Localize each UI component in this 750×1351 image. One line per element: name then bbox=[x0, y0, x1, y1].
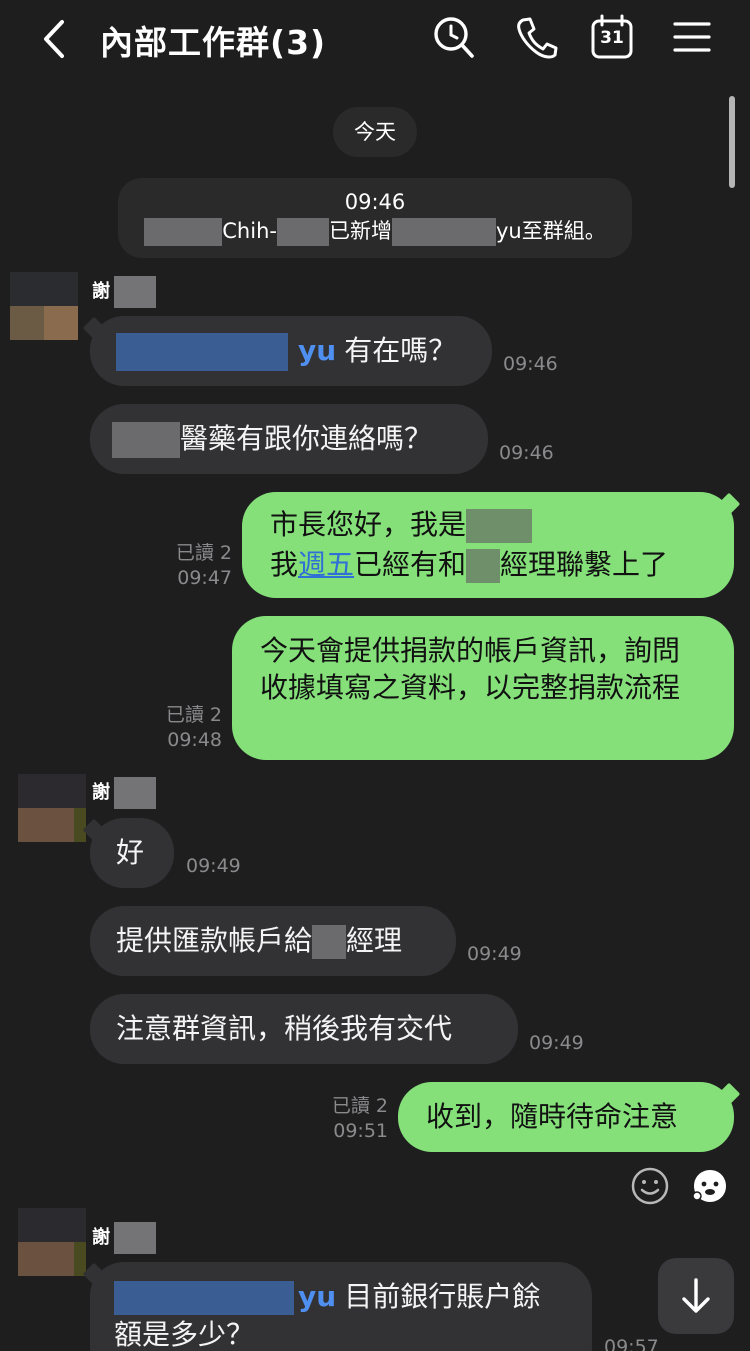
message-time: 09:49 bbox=[529, 1032, 584, 1054]
message-bubble[interactable]: 市長您好，我是 我週五已經有和 經理聯繫上了 bbox=[242, 492, 741, 598]
sender-name: 謝 bbox=[92, 1222, 156, 1254]
scroll-down-icon bbox=[682, 1278, 710, 1313]
message-bubble[interactable]: yu 有在嗎？ bbox=[82, 316, 492, 386]
sender-name: 謝 bbox=[92, 777, 156, 809]
message-read-status: 已讀 2 09:48 bbox=[165, 704, 222, 751]
calendar-icon[interactable]: 31 bbox=[590, 14, 634, 60]
avatar[interactable] bbox=[18, 1208, 86, 1276]
system-message-text: Chih- 已新增 yu至群組。 bbox=[118, 217, 632, 246]
redacted-name bbox=[312, 925, 347, 959]
message-time: 09:46 bbox=[503, 353, 558, 375]
redacted-name bbox=[466, 549, 501, 583]
scrollbar[interactable] bbox=[729, 96, 735, 188]
message-time: 09:57 bbox=[604, 1336, 659, 1351]
message-time: 09:46 bbox=[499, 442, 554, 464]
system-message-time: 09:46 bbox=[344, 190, 406, 214]
message-bubble[interactable]: yu 目前銀行賬户餘額是多少？ bbox=[82, 1262, 592, 1351]
avatar[interactable] bbox=[18, 774, 86, 842]
message-time: 09:49 bbox=[467, 943, 522, 965]
system-message: 09:46 Chih- 已新增 yu至群組。 bbox=[118, 178, 632, 258]
redacted-name bbox=[112, 422, 180, 458]
message-bubble[interactable]: 好 bbox=[82, 818, 174, 888]
message-bubble[interactable]: 注意群資訊，稍後我有交代 bbox=[90, 994, 518, 1064]
smiley-icon[interactable] bbox=[630, 1166, 670, 1206]
message-time: 09:49 bbox=[186, 855, 241, 877]
scroll-to-bottom-button[interactable] bbox=[658, 1258, 734, 1334]
calendar-day-label: 31 bbox=[600, 28, 624, 48]
message-bubble[interactable]: 收到，隨時待命注意 bbox=[398, 1082, 741, 1152]
sender-name: 謝 bbox=[92, 276, 156, 308]
redacted-mention bbox=[116, 333, 288, 371]
chat-title: 內部工作群(3) bbox=[100, 23, 327, 62]
search-icon[interactable] bbox=[432, 14, 476, 60]
menu-icon[interactable] bbox=[670, 14, 714, 60]
redacted-name bbox=[276, 218, 329, 246]
phone-icon[interactable] bbox=[514, 14, 558, 60]
message-read-status: 已讀 2 09:47 bbox=[175, 542, 232, 589]
date-separator: 今天 bbox=[333, 107, 417, 157]
message-read-status: 已讀 2 09:51 bbox=[331, 1095, 388, 1142]
redacted-name bbox=[466, 509, 533, 543]
date-link[interactable]: 週五 bbox=[298, 548, 354, 581]
redacted-mention bbox=[114, 1281, 294, 1315]
redacted-name bbox=[144, 218, 223, 246]
sticker-icon[interactable] bbox=[688, 1166, 732, 1206]
redacted-name bbox=[114, 777, 156, 809]
redacted-name bbox=[114, 1222, 156, 1254]
redacted-name bbox=[391, 218, 496, 246]
message-bubble[interactable]: 醫藥有跟你連絡嗎？ bbox=[90, 404, 488, 474]
avatar[interactable] bbox=[10, 272, 78, 340]
back-icon[interactable] bbox=[30, 14, 80, 64]
redacted-name bbox=[114, 276, 156, 308]
message-bubble[interactable]: 提供匯款帳戶給 經理 bbox=[90, 906, 456, 976]
message-bubble[interactable]: 今天會提供捐款的帳戶資訊，詢問收據填寫之資料，以完整捐款流程 bbox=[232, 616, 734, 760]
chat-header: 內部工作群(3) 31 bbox=[0, 0, 750, 80]
